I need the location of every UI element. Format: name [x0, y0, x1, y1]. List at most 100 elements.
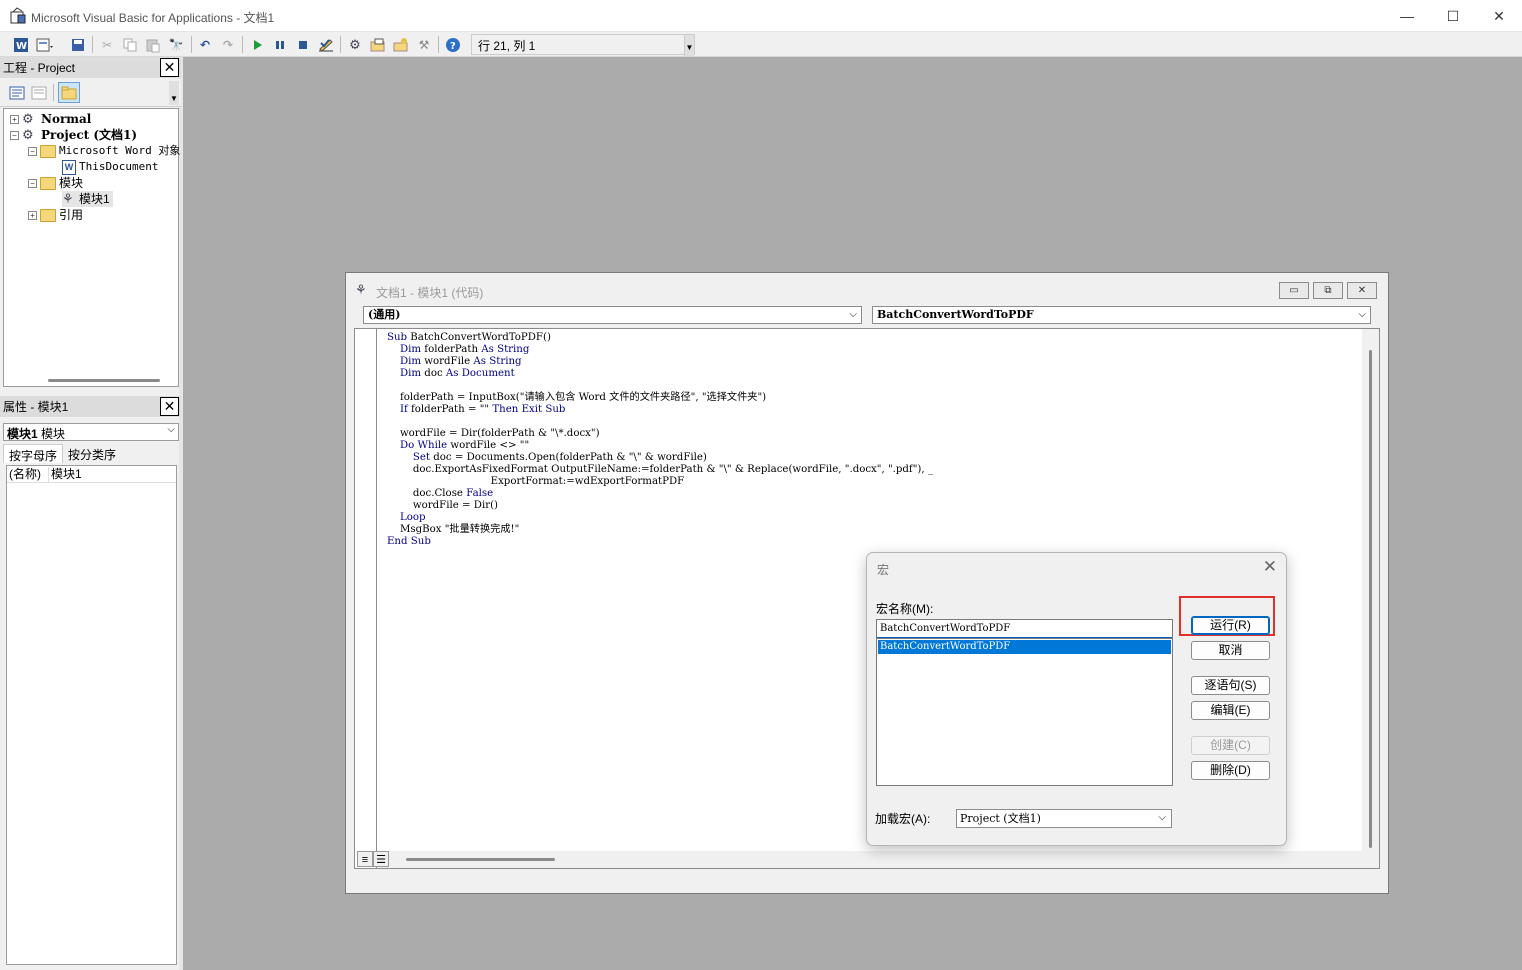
break-icon[interactable]	[270, 35, 290, 54]
full-module-view-icon[interactable]: ☰	[373, 851, 389, 867]
procedure-view-icon[interactable]: ≡	[357, 851, 373, 867]
minimize-icon: ▭	[1289, 285, 1299, 296]
code-line[interactable]: Dim folderPath As String	[387, 344, 933, 356]
tree-node-module1[interactable]: ⚘ 模块1	[62, 191, 113, 207]
code-line[interactable]: MsgBox "批量转换完成!"	[387, 524, 933, 536]
code-horizontal-scrollbar[interactable]	[379, 851, 1364, 868]
expand-icon[interactable]: +	[28, 210, 37, 220]
insert-userform-icon[interactable]	[35, 35, 55, 54]
macro-name-label: 宏名称(M):	[876, 602, 934, 616]
view-object-icon[interactable]	[29, 83, 49, 102]
macro-name-input[interactable]: BatchConvertWordToPDF	[876, 619, 1173, 638]
property-value[interactable]: 模块1	[48, 467, 82, 482]
toggle-folders-icon[interactable]	[58, 82, 80, 103]
code-restore-button[interactable]: ⧉	[1313, 282, 1343, 299]
step-into-button[interactable]: 逐语句(S)	[1191, 676, 1270, 695]
edit-button[interactable]: 编辑(E)	[1191, 701, 1270, 720]
project-gear-icon: ⚙	[22, 111, 34, 126]
collapse-icon[interactable]: −	[28, 178, 37, 188]
tree-node-thisdocument[interactable]: W ThisDocument	[62, 159, 158, 175]
reset-icon[interactable]	[293, 35, 313, 54]
tree-node-project[interactable]: − ⚙ Project (文档1)	[10, 127, 137, 143]
undo-icon[interactable]: ↶	[195, 35, 215, 54]
code-line[interactable]: If folderPath = "" Then Exit Sub	[387, 404, 933, 416]
code-window-caption: ⚘ 文档1 - 模块1 (代码) ▭ ⧉ ✕	[346, 273, 1388, 303]
properties-pane-header: 属性 - 模块1 ✕	[0, 396, 181, 417]
restore-icon: ⧉	[1324, 285, 1332, 296]
toolbar-overflow-chevron-icon[interactable]: ▼	[684, 35, 694, 56]
project-tree-scrollbar[interactable]	[48, 379, 160, 382]
standard-toolbar: W ✂ 🔭 ↶ ↷ ⚙ ⚒ ? 行 21, 列 1 ▼	[0, 32, 1522, 57]
code-line[interactable]: Loop	[387, 512, 933, 524]
tree-node-modules[interactable]: − 模块	[28, 175, 83, 191]
project-pane-title: 工程 - Project	[3, 61, 76, 75]
expand-icon[interactable]: +	[10, 114, 19, 124]
code-line[interactable]: Sub BatchConvertWordToPDF()	[387, 332, 933, 344]
project-explorer-icon[interactable]: ⚙	[345, 35, 365, 54]
code-line[interactable]: doc.ExportAsFixedFormat OutputFileName:=…	[387, 464, 933, 476]
code-line[interactable]: Dim wordFile As String	[387, 356, 933, 368]
svg-text:W: W	[16, 41, 27, 52]
paste-icon[interactable]	[143, 35, 163, 54]
code-minimize-button[interactable]: ▭	[1279, 282, 1309, 299]
code-line[interactable]: Set doc = Documents.Open(folderPath & "\…	[387, 452, 933, 464]
project-pane-close-icon[interactable]: ✕	[160, 58, 179, 77]
code-vertical-scrollbar[interactable]	[1362, 329, 1379, 868]
minimize-button[interactable]: —	[1384, 0, 1430, 32]
macros-in-combo[interactable]: Project (文档1) ⌵	[956, 809, 1172, 828]
code-margin-indicator-bar[interactable]	[355, 329, 377, 868]
macro-list[interactable]: BatchConvertWordToPDF	[876, 638, 1173, 786]
chevron-down-icon: ⌵	[849, 309, 857, 320]
collapse-icon[interactable]: −	[10, 130, 19, 140]
tree-node-normal[interactable]: + ⚙ Normal	[10, 111, 91, 127]
macro-dialog-close-icon[interactable]: ✕	[1263, 557, 1277, 577]
object-combo[interactable]: (通用) ⌵	[363, 306, 862, 324]
code-line[interactable]: Dim doc As Document	[387, 368, 933, 380]
properties-pane-close-icon[interactable]: ✕	[160, 397, 179, 416]
view-code-icon[interactable]	[7, 83, 27, 102]
cut-icon[interactable]: ✂	[97, 35, 117, 54]
code-line[interactable]	[387, 416, 933, 428]
pane-toolbar-chevron-icon[interactable]: ▼	[169, 81, 179, 105]
maximize-button[interactable]: ☐	[1430, 0, 1476, 32]
collapse-icon[interactable]: −	[28, 146, 37, 156]
code-line[interactable]: doc.Close False	[387, 488, 933, 500]
cursor-position-indicator: 行 21, 列 1 ▼	[471, 34, 695, 56]
cancel-button[interactable]: 取消	[1191, 641, 1270, 660]
macro-dialog: 宏 ✕ 宏名称(M): BatchConvertWordToPDF BatchC…	[866, 552, 1287, 846]
run-icon[interactable]	[247, 35, 267, 54]
close-icon: ✕	[1357, 285, 1367, 296]
tree-node-word-objects[interactable]: − Microsoft Word 对象	[28, 143, 180, 159]
macro-list-item[interactable]: BatchConvertWordToPDF	[878, 640, 1171, 654]
code-line[interactable]: End Sub	[387, 536, 933, 548]
folder-icon	[40, 144, 56, 158]
code-line[interactable]: folderPath = InputBox("请输入包含 Word 文件的文件夹…	[387, 392, 933, 404]
code-text[interactable]: Sub BatchConvertWordToPDF() Dim folderPa…	[387, 332, 933, 548]
word-icon[interactable]: W	[11, 35, 31, 54]
help-icon[interactable]: ?	[443, 35, 463, 54]
delete-button[interactable]: 删除(D)	[1191, 761, 1270, 780]
properties-icon[interactable]	[368, 35, 388, 54]
run-button[interactable]: 运行(R)	[1191, 616, 1270, 635]
design-mode-icon[interactable]	[316, 35, 336, 54]
save-icon[interactable]	[68, 35, 88, 54]
code-line[interactable]: wordFile = Dir()	[387, 500, 933, 512]
tree-node-references[interactable]: + 引用	[28, 207, 83, 223]
code-line[interactable]: ExportFormat:=wdExportFormatPDF	[387, 476, 933, 488]
code-line[interactable]	[387, 380, 933, 392]
copy-icon[interactable]	[120, 35, 140, 54]
code-line[interactable]: Do While wordFile <> ""	[387, 440, 933, 452]
property-row[interactable]: (名称) 模块1	[7, 467, 176, 483]
find-icon[interactable]: 🔭	[166, 35, 186, 54]
vba-app-icon	[10, 7, 26, 24]
object-browser-icon[interactable]	[391, 35, 411, 54]
tab-categorized[interactable]: 按分类序	[63, 444, 121, 463]
procedure-combo[interactable]: BatchConvertWordToPDF ⌵	[872, 306, 1371, 324]
code-close-button[interactable]: ✕	[1347, 282, 1377, 299]
properties-object-combo[interactable]: 模块1 模块 ⌵	[3, 423, 179, 441]
close-button[interactable]: ✕	[1476, 0, 1522, 32]
redo-icon[interactable]: ↷	[218, 35, 238, 54]
code-line[interactable]: wordFile = Dir(folderPath & "\*.docx")	[387, 428, 933, 440]
tab-alphabetic[interactable]: 按字母序	[3, 444, 64, 463]
toolbox-icon[interactable]: ⚒	[414, 35, 434, 54]
